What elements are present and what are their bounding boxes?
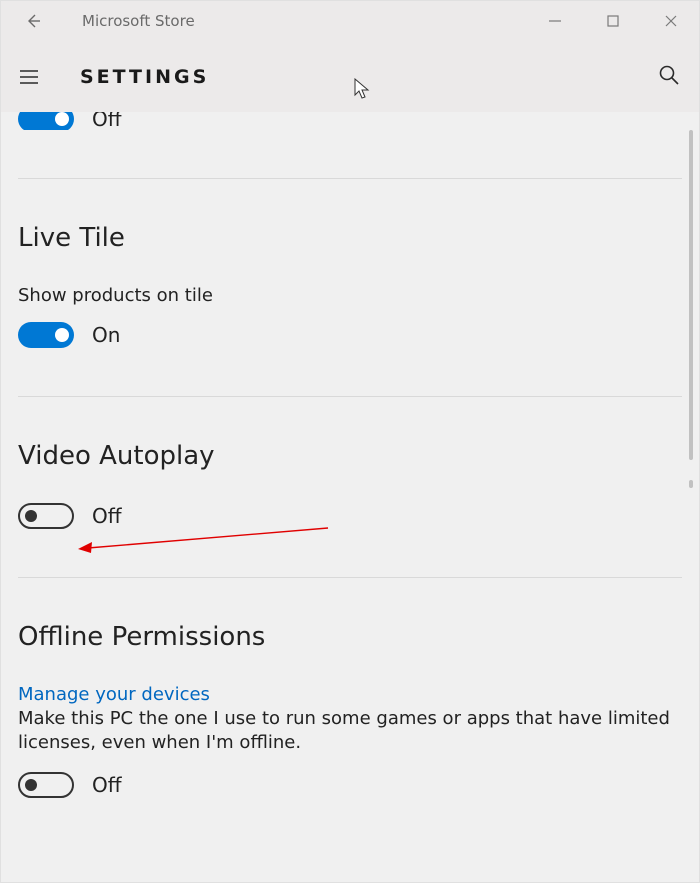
scrollbar[interactable] [689, 130, 693, 460]
section-divider [18, 178, 682, 179]
close-button[interactable] [642, 0, 700, 42]
video-autoplay-toggle-row: Off [18, 503, 682, 529]
app-title: Microsoft Store [82, 12, 195, 30]
maximize-icon [606, 14, 620, 28]
previous-toggle[interactable] [18, 112, 74, 130]
offline-permissions-toggle-row: Off [18, 772, 682, 798]
live-tile-toggle[interactable] [18, 322, 74, 348]
scrollbar[interactable] [689, 480, 693, 488]
live-tile-setting-label: Show products on tile [18, 285, 682, 306]
hamburger-icon [19, 69, 39, 85]
previous-toggle-state: Off [92, 112, 122, 130]
offline-permissions-toggle[interactable] [18, 772, 74, 798]
offline-permissions-description: Make this PC the one I use to run some g… [18, 707, 682, 756]
section-divider [18, 396, 682, 397]
titlebar: Microsoft Store [0, 0, 700, 42]
partial-previous-setting: Off [18, 112, 682, 130]
close-icon [664, 14, 678, 28]
section-title-offline-permissions: Offline Permissions [18, 622, 682, 652]
section-title-video-autoplay: Video Autoplay [18, 441, 682, 471]
live-tile-toggle-state: On [92, 323, 120, 347]
video-autoplay-toggle[interactable] [18, 503, 74, 529]
maximize-button[interactable] [584, 0, 642, 42]
offline-permissions-toggle-state: Off [92, 773, 122, 797]
minimize-icon [548, 14, 562, 28]
video-autoplay-toggle-state: Off [92, 504, 122, 528]
window-controls [526, 0, 700, 42]
command-bar: SETTINGS [0, 42, 700, 112]
settings-content: Off Live Tile Show products on tile On V… [0, 112, 700, 798]
back-button[interactable] [10, 0, 56, 42]
page-title: SETTINGS [80, 66, 209, 88]
menu-button[interactable] [0, 69, 58, 85]
manage-devices-link[interactable]: Manage your devices [18, 684, 210, 705]
live-tile-toggle-row: On [18, 322, 682, 348]
section-divider [18, 577, 682, 578]
minimize-button[interactable] [526, 0, 584, 42]
search-button[interactable] [658, 64, 680, 90]
arrow-left-icon [24, 12, 42, 30]
section-title-live-tile: Live Tile [18, 223, 682, 253]
search-icon [658, 64, 680, 86]
